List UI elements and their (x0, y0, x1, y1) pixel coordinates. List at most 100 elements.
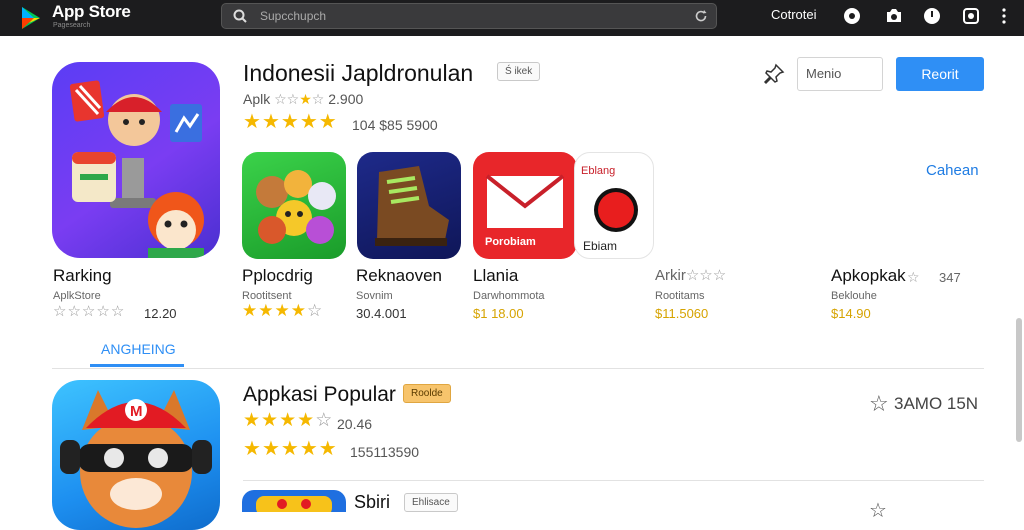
star-icon: ☆☆☆ (685, 267, 727, 284)
popular-app-title[interactable]: Appkasi Popular (243, 383, 396, 407)
list-divider (243, 480, 984, 481)
star-icon: ★ (261, 410, 279, 431)
second-app-badge: Ehlisace (404, 493, 458, 512)
brand-name: App Store (52, 2, 131, 21)
tile-2-developer: Sovnim (356, 290, 393, 302)
star-icon: ★ (243, 410, 261, 431)
tile-5-developer: Beklouhe (831, 290, 877, 302)
clock-icon[interactable] (922, 6, 942, 26)
star-icon: ☆ (67, 303, 81, 320)
tab-ranking[interactable]: ANGHEING (101, 341, 176, 357)
star-icon: ☆ (110, 303, 125, 320)
record-button-icon (594, 188, 638, 232)
favorite-star-icon-2[interactable]: ☆ (869, 498, 887, 523)
featured-star-rating: ★ ★ ★ ★ ★ (243, 112, 337, 132)
featured-app-title[interactable]: Indonesii Japldronulan (243, 60, 473, 87)
star-icon: ★ (290, 301, 306, 320)
app-tile-4[interactable]: Eblang Ebiam (574, 152, 654, 259)
boot-icon (375, 166, 449, 246)
star-icon: ★ (280, 438, 299, 460)
star-icon: ★ (299, 91, 312, 107)
gamepad-icon[interactable] (842, 6, 862, 26)
favorite-star-icon[interactable]: ☆ (869, 391, 889, 417)
tile-5-meta: 347 (939, 270, 961, 285)
star-icon: ★ (261, 438, 280, 460)
search-input[interactable]: Supcchupch (260, 9, 326, 23)
star-icon: ★ (299, 438, 318, 460)
tile-3-developer: Darwhommota (473, 290, 545, 302)
popular-rating-count: 20.46 (337, 416, 373, 432)
refresh-icon[interactable] (693, 8, 709, 24)
top-bar: App Store Pagesearch Supcchupch Cotrotei (0, 0, 1024, 36)
featured-rating-line: Aplk ☆☆★☆ 2.900 (243, 91, 363, 108)
tile-1-name[interactable]: Pplocdrig (242, 266, 313, 286)
featured-app-icon[interactable] (52, 62, 220, 258)
tile-5-price: $14.90 (831, 306, 871, 321)
popular-star-rating-2: ★ ★ ★ ★ ★ (243, 439, 337, 459)
featured-developer: AplkStore (53, 290, 101, 302)
star-icon: ★ (280, 111, 299, 133)
tile-4-developer: Rootitams (655, 290, 705, 302)
trophy-character-illustration (69, 80, 204, 258)
star-icon: ☆ (311, 91, 325, 107)
tile-5-name[interactable]: Apkopkak (831, 266, 906, 286)
tile-3-price: $1 18.00 (473, 306, 524, 321)
tile-4-caption: Ebiam (583, 239, 618, 253)
tile-3-label: Porobiam (485, 236, 536, 248)
app-tile-3[interactable]: Porobiam (473, 152, 577, 259)
notification-icon[interactable] (884, 6, 904, 26)
star-icon: ★ (297, 410, 315, 431)
settings-icon[interactable] (961, 6, 981, 26)
second-app-title[interactable]: Sbiri (354, 492, 390, 513)
brand-subtitle: Pagesearch (53, 22, 91, 29)
star-icon: ☆ (81, 303, 96, 320)
menu-field[interactable]: Menio (797, 57, 883, 91)
popular-app-icon[interactable]: M (52, 380, 220, 530)
star-icon: ☆ (315, 410, 333, 431)
star-icon: ★ (258, 301, 274, 320)
featured-rating-label: Aplk (243, 91, 271, 107)
app-tile-1[interactable] (242, 152, 346, 259)
scrollbar[interactable] (1016, 318, 1022, 442)
search-bar[interactable]: Supcchupch (221, 3, 717, 29)
star-icon: ★ (279, 410, 297, 431)
star-icon: ☆ (907, 269, 920, 285)
star-icon: ★ (318, 111, 337, 133)
popular-right-meta: 3AMO 15N (894, 394, 979, 413)
tab-indicator (90, 364, 184, 367)
featured-badge: Ś ikek (497, 62, 541, 81)
tile-2-meta: 30.4.001 (356, 306, 407, 321)
featured-caption-meta: 12.20 (144, 306, 177, 321)
second-app-icon[interactable] (242, 490, 346, 512)
second-app-artwork (256, 496, 332, 512)
pin-icon[interactable] (762, 62, 786, 86)
app-tile-2[interactable] (357, 152, 461, 259)
more-vertical-icon[interactable] (994, 6, 1014, 26)
account-name[interactable]: Cotrotei (771, 7, 817, 22)
tile-1-stars: ★ ★ ★ ★ ☆ (242, 302, 322, 319)
featured-rating-count: 2.900 (328, 91, 364, 107)
star-icon: ★ (299, 111, 318, 133)
tile-4-rating-label: Arkir (655, 267, 686, 284)
tile-2-name[interactable]: Reknaoven (356, 266, 442, 286)
star-icon: ★ (261, 111, 280, 133)
popular-badge: Roolde (403, 384, 451, 403)
fox-character-illustration: M (60, 390, 212, 528)
tile-3-name[interactable]: Llania (473, 266, 518, 286)
star-icon: ☆ (96, 303, 110, 320)
see-all-link[interactable]: Cahean (926, 162, 979, 179)
star-icon: ★ (274, 301, 290, 320)
search-icon (233, 9, 247, 23)
star-icon: ☆ (53, 303, 67, 320)
tile-4-price: $11.5060 (655, 306, 709, 321)
app-store-logo-icon[interactable] (18, 5, 44, 31)
featured-review-count: 104 $85 5900 (352, 117, 438, 133)
svg-text:M: M (130, 403, 143, 420)
featured-caption: Rarking (53, 266, 112, 285)
featured-caption-stars: ☆ ☆ ☆ ☆ ☆ (53, 304, 124, 319)
characters-illustration (256, 170, 336, 244)
star-icon: ☆☆ (274, 91, 300, 107)
section-divider (52, 368, 984, 369)
star-icon: ★ (243, 111, 261, 133)
primary-action-button[interactable]: Reorit (896, 57, 984, 91)
